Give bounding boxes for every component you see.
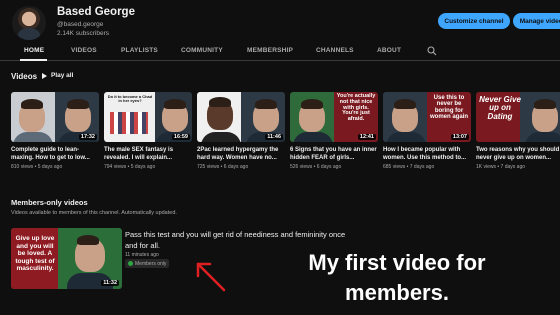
members-video-age: 11 minutes ago — [125, 252, 159, 258]
members-only-label: Members only — [135, 260, 167, 267]
video-thumbnail[interactable]: Never Give up on Dating — [476, 92, 560, 142]
thumbnail-text: Do it to become a Chad in her eyes? — [107, 94, 153, 104]
video-title[interactable]: 6 Signs that you have an inner hidden FE… — [290, 146, 378, 162]
channel-name: Based George — [57, 6, 135, 18]
thumbnail-text: Give up love and you will be loved. A to… — [15, 235, 55, 272]
tab-home[interactable]: HOME — [24, 47, 44, 54]
video-title[interactable]: The male SEX fantasy is revealed. I will… — [104, 146, 192, 162]
thumbnail-text: Use this to never be boring for women ag… — [429, 95, 468, 120]
video-duration: 11:46 — [265, 134, 283, 140]
video-duration: 12:41 — [357, 134, 376, 140]
video-card[interactable]: 11:46 2Pac learned hypergamy the hard wa… — [197, 92, 285, 170]
active-tab-indicator — [20, 59, 47, 61]
play-all-label: Play all — [51, 72, 74, 79]
video-thumbnail[interactable]: Use this to never be boring for women ag… — [383, 92, 471, 142]
tab-membership[interactable]: MEMBERSHIP — [247, 47, 293, 54]
members-section-description: Videos available to members of this chan… — [11, 210, 177, 216]
videos-section-title: Videos — [11, 72, 38, 81]
video-card[interactable]: Do it to become a Chad in her eyes? 16:5… — [104, 92, 192, 170]
video-duration: 11:32 — [101, 280, 119, 286]
video-thumbnail[interactable]: 17:32 — [11, 92, 99, 142]
tab-channels[interactable]: CHANNELS — [316, 47, 354, 54]
video-meta: 526 views • 6 days ago — [290, 164, 342, 170]
video-duration: 13:07 — [450, 134, 469, 140]
video-meta: 685 views • 7 days ago — [383, 164, 435, 170]
customize-channel-button[interactable]: Customize channel — [438, 13, 510, 29]
video-duration: 17:32 — [78, 134, 97, 140]
members-only-badge: Members only — [125, 259, 170, 268]
video-thumbnail[interactable]: 11:46 — [197, 92, 285, 142]
arrow-icon — [196, 262, 226, 292]
tab-playlists[interactable]: PLAYLISTS — [121, 47, 158, 54]
video-card[interactable]: Never Give up on Dating Two reasons why … — [476, 92, 560, 170]
video-title[interactable]: How I became popular with women. Use thi… — [383, 146, 471, 162]
thumbnail-text: Never Give up on Dating — [479, 95, 521, 121]
tab-videos[interactable]: VIDEOS — [71, 47, 97, 54]
video-title[interactable]: 2Pac learned hypergamy the hard way. Wom… — [197, 146, 285, 162]
play-all-button[interactable]: Play all — [42, 72, 73, 79]
channel-header: Based George @based.george 2.14K subscri… — [0, 0, 560, 42]
members-section-title: Members-only videos — [11, 198, 88, 207]
video-title[interactable]: Complete guide to lean-maxing. How to ge… — [11, 146, 99, 162]
video-thumbnail[interactable]: You're actually not that nice with girls… — [290, 92, 378, 142]
video-duration: 16:59 — [171, 134, 190, 140]
video-meta: 794 views • 5 days ago — [104, 164, 156, 170]
members-video-thumbnail[interactable]: Give up love and you will be loved. A to… — [11, 228, 122, 289]
video-thumbnail[interactable]: Do it to become a Chad in her eyes? 16:5… — [104, 92, 192, 142]
manage-videos-button[interactable]: Manage videos — [513, 13, 560, 29]
members-icon — [128, 261, 133, 266]
search-icon[interactable] — [427, 46, 437, 56]
video-meta: 1K views • 7 days ago — [476, 164, 526, 170]
video-card[interactable]: 17:32 Complete guide to lean-maxing. How… — [11, 92, 99, 170]
thumbnail-text: You're actually not that nice with girls… — [336, 93, 376, 123]
overlay-caption: My first video for members. — [308, 250, 486, 305]
video-card[interactable]: Use this to never be boring for women ag… — [383, 92, 471, 170]
channel-tabs: HOME VIDEOS PLAYLISTS COMMUNITY MEMBERSH… — [0, 42, 560, 61]
subscriber-count: 2.14K subscribers — [57, 30, 110, 37]
tab-about[interactable]: ABOUT — [377, 47, 401, 54]
tab-community[interactable]: COMMUNITY — [181, 47, 223, 54]
video-card[interactable]: You're actually not that nice with girls… — [290, 92, 378, 170]
channel-handle: @based.george — [57, 21, 104, 28]
video-meta: 810 views • 5 days ago — [11, 164, 63, 170]
avatar[interactable] — [12, 6, 46, 40]
video-title[interactable]: Two reasons why you should never give up… — [476, 146, 560, 162]
play-icon — [42, 72, 47, 79]
video-meta: 725 views • 6 days ago — [197, 164, 249, 170]
